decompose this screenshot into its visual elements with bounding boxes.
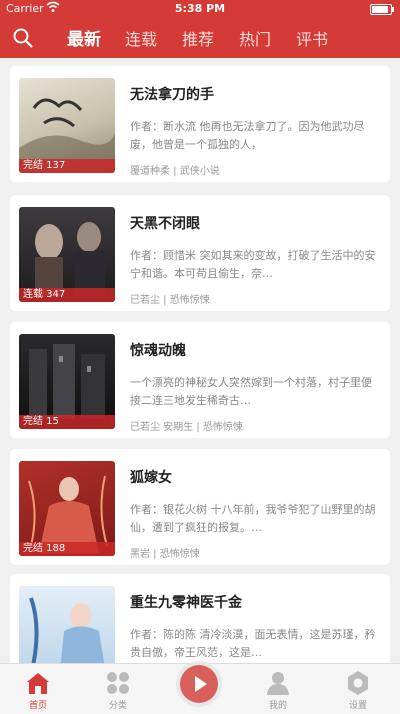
book-card[interactable]: 完结 188 狐嫁女 作者：银花火树 十八年前，我爷爷犯了山野里的胡仙，遭到了疯… xyxy=(10,449,390,565)
tab-serial[interactable]: 连载 xyxy=(125,26,157,50)
gear-icon xyxy=(348,671,368,695)
tab-mine[interactable]: 我的 xyxy=(248,670,308,711)
home-icon xyxy=(27,673,49,694)
tab-category-label: 分类 xyxy=(108,701,127,711)
book-description: 作者：顾惜米 突如其来的变故，打破了生活中的安宁和谐。本可苟且偷生，奈… xyxy=(130,249,376,280)
category-icon xyxy=(107,672,129,694)
book-author: 覆道种柔 xyxy=(130,166,170,177)
book-author: 已若尘 安期生 xyxy=(130,422,194,433)
tab-storytelling[interactable]: 评书 xyxy=(296,26,328,50)
book-card[interactable]: 连载 347 天黑不闭眼 作者：顾惜米 突如其来的变故，打破了生活中的安宁和谐。… xyxy=(10,195,390,311)
clock: 5:38 PM xyxy=(174,2,226,15)
battery-icon xyxy=(370,4,394,15)
book-genre: 武侠小说 xyxy=(179,166,220,177)
search-icon[interactable] xyxy=(13,28,33,48)
book-cover: 完结 137 xyxy=(19,78,115,173)
tab-settings-label: 设置 xyxy=(348,701,367,711)
book-author: 已若尘 xyxy=(130,295,160,306)
book-meta: 已若尘 安期生 | 恐怖惊悚 xyxy=(130,422,243,433)
book-description: 作者：陈的陈 清冷淡漠，面无表情，这是苏瑾，矜贵自傲，帝王风范，这是… xyxy=(130,628,376,659)
tab-mine-label: 我的 xyxy=(268,701,287,711)
book-meta: 覆道种柔 | 武侠小说 xyxy=(130,166,220,177)
book-description: 一个漂亮的神秘女人突然嫁到一个村落，村子里便接二连三地发生稀奇古… xyxy=(130,376,372,407)
book-author: 黑岩 xyxy=(130,549,150,560)
play-icon xyxy=(180,665,218,703)
cover-art xyxy=(29,597,105,663)
book-list: 完结 137 无法拿刀的手 作者：断水流 他再也无法拿刀了。因为他武功尽废，他曾… xyxy=(0,58,400,663)
book-genre: 恐怖惊悚 xyxy=(159,549,200,560)
book-meta: 黑岩 | 恐怖惊悚 xyxy=(130,549,200,560)
book-title: 天黑不闭眼 xyxy=(130,216,200,232)
tab-hot[interactable]: 热门 xyxy=(239,26,271,50)
tab-recommend[interactable]: 推荐 xyxy=(182,26,214,50)
book-genre: 恐怖惊悚 xyxy=(202,422,243,433)
book-meta: 已若尘 | 恐怖惊悚 xyxy=(130,295,210,306)
play-button[interactable] xyxy=(176,661,222,707)
book-status-badge: 连载 347 xyxy=(19,288,115,302)
book-status-badge: 完结 15 xyxy=(19,415,115,429)
book-description: 作者：银花火树 十八年前，我爷爷犯了山野里的胡仙，遭到了疯狂的报复。… xyxy=(130,503,376,534)
book-status-badge: 完结 188 xyxy=(19,542,115,556)
book-title: 重生九零神医千金 xyxy=(130,595,242,611)
book-cover: 完结 188 xyxy=(19,461,115,556)
book-card[interactable]: 重生九零神医千金 作者：陈的陈 清冷淡漠，面无表情，这是苏瑾，矜贵自傲，帝王风范… xyxy=(10,574,390,663)
book-title: 无法拿刀的手 xyxy=(130,87,214,103)
top-nav: 最新 连载 推荐 热门 评书 xyxy=(0,18,400,58)
book-title: 惊魂动魄 xyxy=(130,343,186,359)
book-cover xyxy=(19,586,115,663)
tab-latest[interactable]: 最新 xyxy=(67,25,101,50)
tab-home[interactable]: 首页 xyxy=(8,670,68,711)
book-card[interactable]: 完结 15 惊魂动魄 一个漂亮的神秘女人突然嫁到一个村落，村子里便接二连三地发生… xyxy=(10,322,390,438)
book-description: 作者：断水流 他再也无法拿刀了。因为他武功尽废，他曾是一个孤独的人， xyxy=(130,120,365,151)
status-bar: Carrier 5:38 PM xyxy=(0,0,400,18)
user-icon xyxy=(267,672,289,695)
book-genre: 恐怖惊悚 xyxy=(169,295,210,306)
book-status-badge: 完结 137 xyxy=(19,159,115,173)
book-cover: 完结 15 xyxy=(19,334,115,429)
book-cover: 连载 347 xyxy=(19,207,115,302)
tab-category[interactable]: 分类 xyxy=(88,670,148,711)
tab-settings[interactable]: 设置 xyxy=(328,670,388,711)
book-card[interactable]: 完结 137 无法拿刀的手 作者：断水流 他再也无法拿刀了。因为他武功尽废，他曾… xyxy=(10,66,390,182)
book-title: 狐嫁女 xyxy=(130,470,172,486)
tab-home-label: 首页 xyxy=(28,701,47,711)
